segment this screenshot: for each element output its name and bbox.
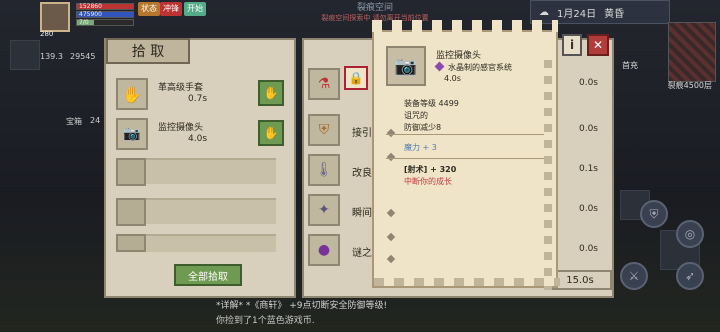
- grab-hand-icon[interactable]: ✋: [258, 80, 284, 106]
- loot-label: 接引: [352, 128, 372, 139]
- loot-label: 改良: [352, 168, 372, 179]
- tooltip-shot: [射术] + 320: [404, 165, 457, 174]
- chat-line: 你捡到了1个蓝色游戏币.: [216, 316, 315, 326]
- player-avatar[interactable]: [40, 2, 70, 32]
- tooltip-bottom-edge: [374, 278, 560, 286]
- item-name: 监控摄像头: [158, 123, 204, 133]
- item-time: 4.0s: [188, 134, 208, 144]
- minimap[interactable]: [668, 22, 716, 82]
- tooltip-interrupt: 中断你的成长: [404, 177, 452, 186]
- loot-time: 0.0s: [578, 244, 598, 254]
- info-button[interactable]: i: [562, 34, 582, 56]
- pick-all-button[interactable]: 全部拾取: [174, 264, 242, 286]
- item-time: 0.7s: [188, 94, 208, 104]
- status-button[interactable]: 状态: [138, 2, 160, 16]
- empty-slot: [116, 234, 146, 252]
- empty-slot: [116, 198, 146, 226]
- loot-label: 谜之: [352, 248, 372, 259]
- separator: [386, 158, 546, 159]
- orb-icon: ●: [308, 234, 340, 266]
- sword-skill-icon[interactable]: ⚔: [620, 262, 648, 290]
- bow-skill-icon[interactable]: ➶: [676, 262, 704, 290]
- chest-count: 24: [90, 116, 101, 125]
- camera-icon: 📷: [386, 46, 426, 86]
- tooltip-item-name: 监控摄像头: [436, 51, 482, 61]
- pickup-title: 拾 取: [106, 38, 190, 64]
- mp-bar: 475900: [76, 11, 134, 18]
- loot-time: 0.0s: [578, 78, 598, 88]
- chest-label[interactable]: 宝箱: [66, 116, 82, 127]
- loot-label: 瞬间: [352, 208, 372, 219]
- tooltip-time: 4.0s: [444, 74, 461, 83]
- tooltip-right-edge: [544, 60, 552, 290]
- chat-line: *详解* *《商轩》 +9点切断安全防御等级!: [216, 301, 388, 311]
- loot-time: 0.1s: [578, 164, 598, 174]
- item-tooltip: 📷 监控摄像头 水晶制的感官系统 4.0s 装备等级 4499 诅咒的 防御减少…: [372, 20, 560, 290]
- tooltip-item-type: 水晶制的感官系统: [434, 61, 512, 73]
- thermometer-icon: 🌡: [308, 154, 340, 186]
- empty-slot: [116, 158, 146, 186]
- date-day: 1月24日: [557, 8, 597, 20]
- gloves-icon: ✋: [116, 78, 148, 110]
- pickup-item-gloves[interactable]: ✋ 革高级手套 0.7s ✋: [116, 78, 288, 110]
- exp-bar: 7/0: [76, 19, 134, 26]
- left-side-panel: 139.3 29545 宝箱 24: [0, 40, 100, 332]
- gem-icon: [434, 61, 445, 72]
- camera-icon: 📷: [116, 118, 148, 150]
- map-floor-label: 裂痕4500层: [667, 81, 712, 90]
- target-skill-icon[interactable]: ◎: [676, 220, 704, 248]
- tooltip-defense: 防御减少8: [404, 123, 442, 132]
- cloud-icon: ☁: [539, 6, 549, 18]
- resource-2: 29545: [70, 52, 96, 61]
- diamond-icon: [386, 152, 396, 162]
- shield-skill-icon[interactable]: ⛨: [640, 200, 668, 228]
- tooltip-magic: 魔力 + 3: [404, 143, 437, 152]
- level-badge: 280: [40, 30, 54, 38]
- wings-icon: ✦: [308, 194, 340, 226]
- grab-hand-icon[interactable]: ✋: [258, 120, 284, 146]
- potion-icon: ⚗: [308, 68, 340, 100]
- diamond-icon: [386, 128, 396, 138]
- lock-icon[interactable]: 🔒: [344, 66, 368, 90]
- tooltip-level: 装备等级 4499: [404, 99, 459, 108]
- first-charge-label[interactable]: 首充: [622, 60, 638, 71]
- pickup-item-camera[interactable]: 📷 监控摄像头 4.0s ✋: [116, 118, 288, 150]
- loot-time: 0.0s: [578, 204, 598, 214]
- pickup-panel: 拾 取 ✋ 革高级手套 0.7s ✋ 📷 监控摄像头 4.0s ✋ 全部拾取: [104, 38, 296, 298]
- start-button[interactable]: 开始: [184, 2, 206, 16]
- armor-icon: ⛨: [308, 114, 340, 146]
- diamond-icon: [386, 254, 396, 264]
- item-name: 革高级手套: [158, 83, 204, 93]
- diamond-icon: [386, 232, 396, 242]
- hp-bar: 152860: [76, 3, 134, 10]
- loot-time: 0.0s: [578, 124, 598, 134]
- charge-button[interactable]: 冲锋: [160, 2, 182, 16]
- tooltip-cursed: 诅咒的: [404, 111, 428, 120]
- chat-log: *详解* *《商轩》 +9点切断安全防御等级! 你捡到了1个蓝色游戏币.: [216, 298, 387, 326]
- diamond-icon: [386, 208, 396, 218]
- crack-title: 裂痕空间: [356, 3, 393, 13]
- separator: [386, 134, 546, 135]
- close-icon[interactable]: ✕: [587, 34, 609, 56]
- date-period: 黄昏: [604, 8, 625, 20]
- resource-1: 139.3: [40, 52, 63, 61]
